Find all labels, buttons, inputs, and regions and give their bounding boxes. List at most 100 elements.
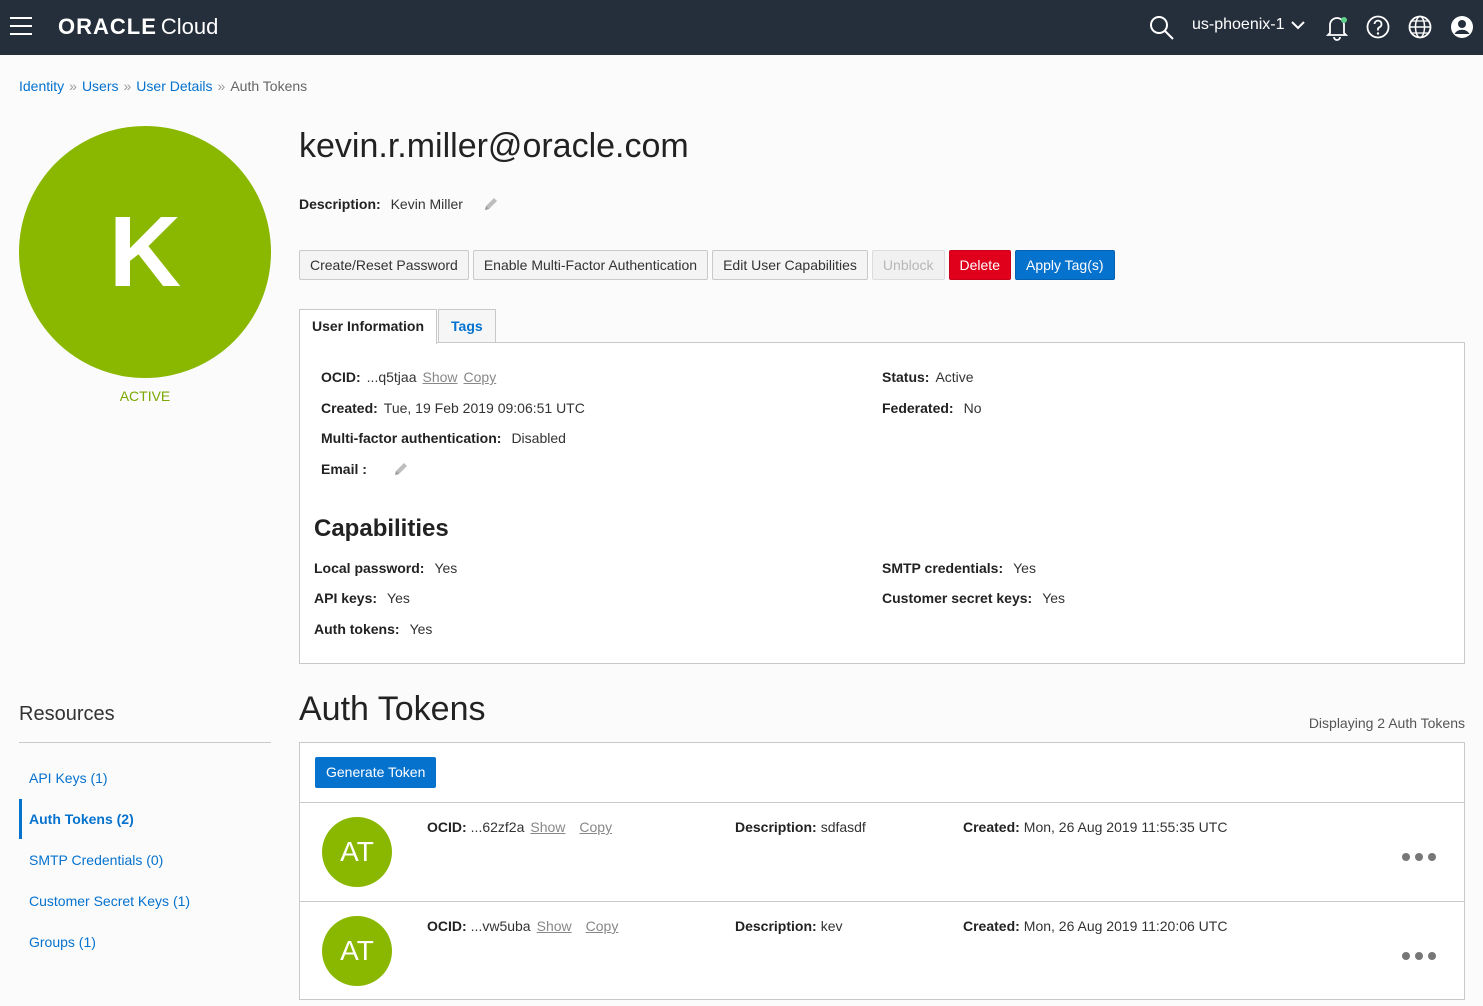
token-avatar: AT — [322, 817, 392, 887]
hamburger-menu-icon[interactable] — [10, 17, 32, 35]
mfa-row: Multi-factor authentication: Disabled — [321, 430, 566, 446]
region-selector[interactable]: us-phoenix-1 — [1192, 16, 1305, 34]
user-profile-icon[interactable] — [1449, 12, 1477, 42]
customer-secret-keys-value: Yes — [1042, 590, 1066, 606]
edit-user-capabilities-button[interactable]: Edit User Capabilities — [712, 250, 868, 280]
language-globe-icon[interactable] — [1407, 12, 1435, 42]
token-ocid: OCID: ...vw5uba Show Copy — [427, 918, 618, 934]
tab-tags[interactable]: Tags — [438, 309, 496, 343]
ocid-show-link[interactable]: Show — [423, 369, 458, 385]
edit-description-pencil-icon[interactable] — [483, 196, 499, 215]
local-password-row: Local password: Yes — [314, 560, 457, 576]
token-avatar-initials: AT — [340, 836, 374, 867]
token-avatar-initials: AT — [340, 935, 374, 966]
token-description: Description: sdfasdf — [735, 819, 866, 835]
breadcrumb-separator: » — [217, 78, 226, 94]
auth-tokens-count: Displaying 2 Auth Tokens — [1308, 715, 1465, 731]
api-keys-value: Yes — [387, 590, 410, 606]
mfa-label: Multi-factor authentication: — [321, 430, 502, 446]
token-row: AT OCID: ...62zf2a Show Copy Description: sd… — [300, 802, 1464, 901]
breadcrumb: Identity» Users» User Details» Auth Tokens — [19, 78, 307, 94]
token-ocid-value: ...vw5uba — [470, 918, 531, 934]
status-value: Active — [935, 369, 974, 385]
notifications-bell-icon[interactable] — [1323, 12, 1351, 42]
token-ocid-label: OCID: — [427, 918, 467, 934]
breadcrumb-users[interactable]: Users — [82, 78, 119, 94]
resource-item-smtp-credentials[interactable]: SMTP Credentials (0) — [19, 840, 271, 880]
search-icon[interactable] — [1148, 12, 1176, 42]
ocid-label: OCID: — [321, 369, 361, 385]
token-actions-menu-icon[interactable] — [1401, 849, 1437, 867]
auth-tokens-capability-label: Auth tokens: — [314, 621, 400, 637]
resource-item-auth-tokens[interactable]: Auth Tokens (2) — [19, 799, 271, 839]
email-row: Email : — [321, 461, 409, 480]
created-value: Tue, 19 Feb 2019 09:06:51 UTC — [383, 400, 585, 416]
local-password-value: Yes — [434, 560, 458, 576]
description-label: Description: — [299, 196, 381, 213]
api-keys-label: API keys: — [314, 590, 378, 606]
token-show-link[interactable]: Show — [530, 819, 565, 835]
token-copy-link[interactable]: Copy — [579, 819, 612, 835]
token-row: AT OCID: ...vw5uba Show Copy Description: ke… — [300, 901, 1464, 1000]
auth-tokens-list: Generate Token AT OCID: ...62zf2a Show Copy… — [299, 742, 1465, 1000]
api-keys-row: API keys: Yes — [314, 590, 410, 606]
token-description: Description: kev — [735, 918, 842, 934]
tab-user-information[interactable]: User Information — [299, 309, 438, 344]
smtp-credentials-row: SMTP credentials: Yes — [882, 560, 1036, 576]
smtp-credentials-value: Yes — [1013, 560, 1036, 576]
delete-button[interactable]: Delete — [948, 250, 1011, 280]
token-copy-link[interactable]: Copy — [586, 918, 619, 934]
token-avatar: AT — [322, 916, 392, 986]
chevron-down-icon — [1291, 21, 1305, 30]
token-created: Created: Mon, 26 Aug 2019 11:20:06 UTC — [963, 918, 1227, 934]
breadcrumb-user-details[interactable]: User Details — [136, 78, 212, 94]
help-icon[interactable] — [1365, 12, 1393, 42]
breadcrumb-current: Auth Tokens — [230, 78, 308, 94]
resources-divider — [19, 742, 271, 743]
smtp-credentials-label: SMTP credentials: — [882, 560, 1004, 576]
generate-token-button[interactable]: Generate Token — [315, 757, 437, 788]
resource-item-groups[interactable]: Groups (1) — [19, 922, 271, 962]
customer-secret-keys-row: Customer secret keys: Yes — [882, 590, 1065, 606]
description-row: Description: Kevin Miller — [299, 196, 499, 215]
federated-label: Federated: — [882, 400, 954, 416]
user-avatar: K — [19, 126, 271, 378]
resource-item-customer-secret-keys[interactable]: Customer Secret Keys (1) — [19, 881, 271, 921]
apply-tags-button[interactable]: Apply Tag(s) — [1014, 250, 1115, 280]
logo-product: Cloud — [160, 14, 219, 39]
token-description-value: kev — [820, 918, 843, 934]
mfa-value: Disabled — [511, 430, 566, 446]
email-label: Email : — [321, 461, 367, 478]
page-title: kevin.r.miller@oracle.com — [299, 127, 689, 165]
token-created: Created: Mon, 26 Aug 2019 11:55:35 UTC — [963, 819, 1227, 835]
created-label: Created: — [321, 400, 378, 416]
breadcrumb-separator: » — [123, 78, 132, 94]
token-show-link[interactable]: Show — [537, 918, 572, 934]
status-label: Status: — [882, 369, 930, 385]
logo-brand: ORACLE — [58, 14, 157, 39]
token-created-value: Mon, 26 Aug 2019 11:20:06 UTC — [1023, 918, 1228, 934]
breadcrumb-separator: » — [69, 78, 77, 94]
customer-secret-keys-label: Customer secret keys: — [882, 590, 1033, 606]
edit-email-pencil-icon[interactable] — [393, 461, 409, 480]
resource-item-api-keys[interactable]: API Keys (1) — [19, 758, 271, 798]
breadcrumb-identity[interactable]: Identity — [19, 78, 64, 94]
status-row: Status: Active — [882, 369, 974, 385]
token-created-label: Created: — [963, 918, 1020, 934]
token-created-label: Created: — [963, 819, 1020, 835]
top-navigation-bar: ORACLE Cloud us-phoenix-1 — [0, 0, 1483, 55]
federated-row: Federated: No — [882, 400, 981, 416]
token-created-value: Mon, 26 Aug 2019 11:55:35 UTC — [1023, 819, 1228, 835]
create-reset-password-button[interactable]: Create/Reset Password — [299, 250, 469, 280]
resources-heading: Resources — [19, 703, 115, 725]
federated-value: No — [963, 400, 982, 416]
oracle-cloud-logo[interactable]: ORACLE Cloud — [58, 14, 218, 40]
capabilities-heading: Capabilities — [314, 515, 449, 542]
token-actions-menu-icon[interactable] — [1401, 948, 1437, 966]
enable-mfa-button[interactable]: Enable Multi-Factor Authentication — [472, 250, 709, 280]
avatar-initial: K — [108, 195, 182, 308]
ocid-value: ...q5tjaa — [366, 369, 417, 385]
ocid-copy-link[interactable]: Copy — [464, 369, 497, 385]
auth-tokens-heading: Auth Tokens — [299, 690, 486, 728]
auth-tokens-capability-row: Auth tokens: Yes — [314, 621, 432, 637]
